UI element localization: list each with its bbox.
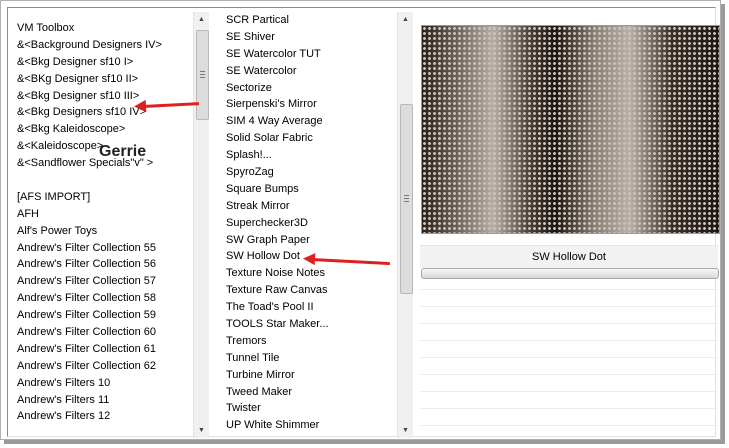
list-item[interactable]: Andrew's Filters 10 [17,375,189,392]
list-item[interactable]: SpyroZag [226,164,396,181]
list-item[interactable]: Andrew's Filter Collection 56 [17,256,189,273]
list-item[interactable]: SE Shiver [226,29,396,46]
list-item[interactable]: SE Watercolor TUT [226,46,396,63]
filter-list-scrollbar[interactable]: ▲ ▼ [397,12,413,438]
list-item[interactable]: Turbine Mirror [226,367,396,384]
list-item[interactable] [17,172,189,189]
list-item[interactable]: Sierpenski's Mirror [226,96,396,113]
list-item[interactable]: Texture Raw Canvas [226,282,396,299]
list-item[interactable]: Andrew's Filter Collection 57 [17,273,189,290]
list-item[interactable]: Superchecker3D [226,215,396,232]
list-item[interactable]: &<Bkg Kaleidoscope> [17,121,189,138]
list-item[interactable]: Andrew's Filter Collection 62 [17,358,189,375]
category-list-scrollbar[interactable]: ▲ ▼ [193,12,209,438]
list-item[interactable]: Tweed Maker [226,384,396,401]
list-item[interactable]: UP White Shimmer [226,417,396,434]
list-item[interactable]: Tunnel Tile [226,350,396,367]
list-item[interactable]: Andrew's Filter Collection 58 [17,290,189,307]
down-arrow-icon[interactable]: ▼ [398,423,413,438]
filter-slider[interactable] [421,268,719,279]
list-item[interactable]: Square Bumps [226,181,396,198]
list-item[interactable]: SIM 4 Way Average [226,113,396,130]
filter-list[interactable]: SCR Partical SE Shiver SE Watercolor TUT SE… [226,12,396,434]
list-item[interactable]: VM Toolbox [17,20,189,37]
list-item[interactable]: AFH [17,206,189,223]
list-item[interactable]: The Toad's Pool II [226,299,396,316]
down-arrow-icon[interactable]: ▼ [194,423,209,438]
selected-filter-name: SW Hollow Dot [420,245,718,268]
divider [420,374,718,375]
list-item[interactable]: Streak Mirror [226,198,396,215]
filter-scroll-thumb[interactable] [400,104,413,294]
list-item[interactable]: [AFS IMPORT] [17,189,189,206]
list-item[interactable]: Andrew's Filters 11 [17,392,189,409]
list-item[interactable]: SCR Partical [226,12,396,29]
list-item[interactable]: SW Graph Paper [226,232,396,249]
list-item[interactable]: TOOLS Star Maker... [226,316,396,333]
list-item[interactable]: Alf's Power Toys [17,223,189,240]
list-item[interactable]: SE Watercolor [226,63,396,80]
list-item[interactable]: Andrew's Filter Collection 61 [17,341,189,358]
author-signature: Gerrie [99,143,147,160]
divider [420,357,718,358]
list-item[interactable]: Sectorize [226,80,396,97]
list-item[interactable]: Solid Solar Fabric [226,130,396,147]
up-arrow-icon[interactable]: ▲ [398,12,413,27]
divider [420,323,718,324]
list-item[interactable]: Splash!... [226,147,396,164]
category-scroll-thumb[interactable] [196,30,209,120]
divider [420,408,718,409]
list-item[interactable]: &<Bkg Designers sf10 IV> [17,104,189,121]
list-item[interactable]: Andrew's Filter Collection 59 [17,307,189,324]
list-item[interactable]: Andrew's Filter Collection 60 [17,324,189,341]
list-item[interactable]: &<Bkg Designer sf10 I> [17,54,189,71]
divider [420,306,718,307]
divider [420,425,718,426]
list-item[interactable]: Tremors [226,333,396,350]
list-item[interactable]: Andrew's Filter Collection 55 [17,240,189,257]
list-item[interactable]: &<BKg Designer sf10 II> [17,71,189,88]
up-arrow-icon[interactable]: ▲ [194,12,209,27]
list-item[interactable]: Twister [226,400,396,417]
divider [420,340,718,341]
filter-preview-image [421,25,720,234]
list-item[interactable]: Texture Noise Notes [226,265,396,282]
divider [420,289,718,290]
list-item[interactable]: &<Bkg Designer sf10 III> [17,88,189,105]
divider [420,391,718,392]
list-item[interactable]: &<Background Designers IV> [17,37,189,54]
category-list[interactable]: VM Toolbox &<Background Designers IV> &<Bk… [17,20,189,425]
list-item[interactable]: Andrew's Filters 12 [17,408,189,425]
